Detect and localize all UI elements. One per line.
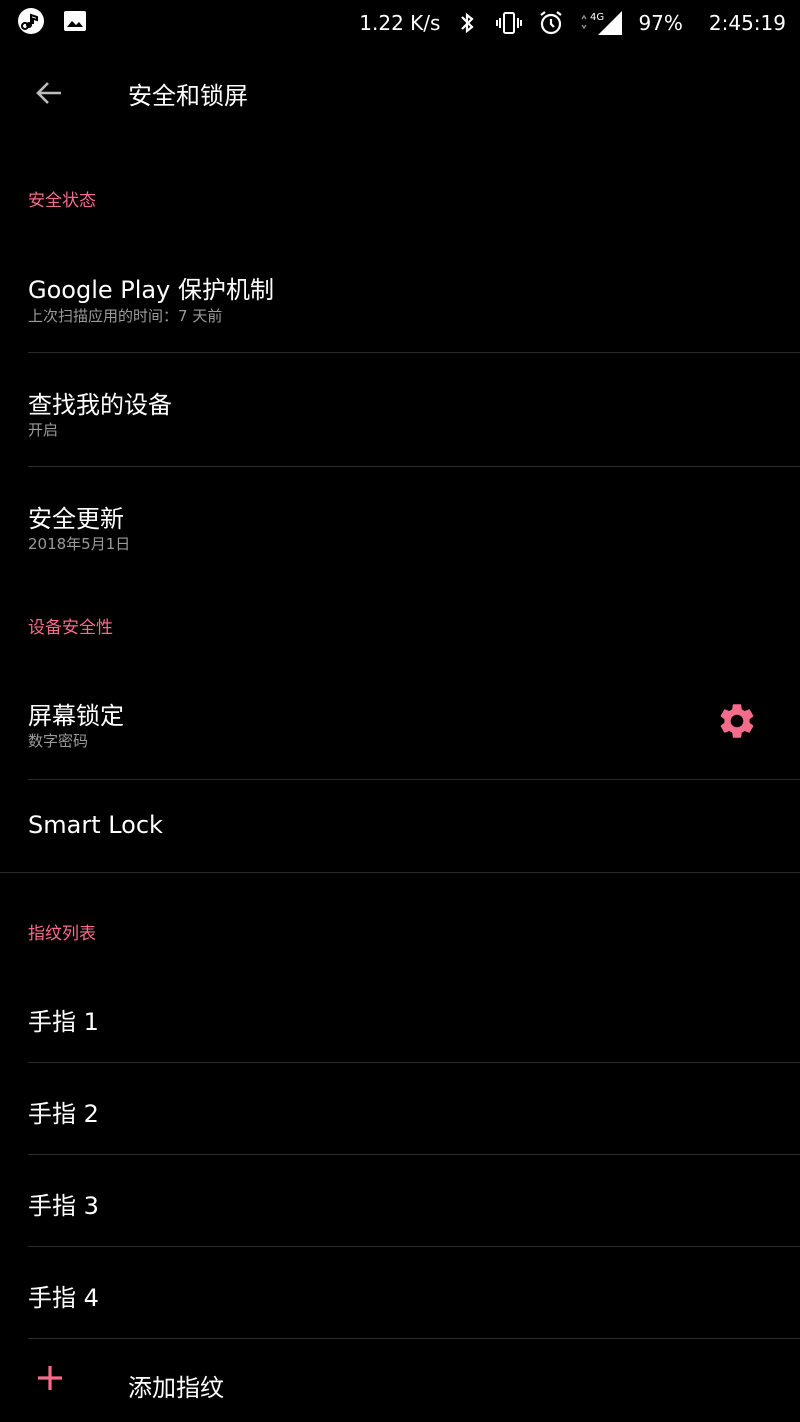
plus-icon xyxy=(38,1366,62,1390)
item-subtitle: 2018年5月1日 xyxy=(28,535,131,553)
find-my-device-item[interactable]: 查找我的设备 开启 xyxy=(0,353,800,466)
gear-icon xyxy=(720,704,754,738)
item-title: 查找我的设备 xyxy=(28,391,172,419)
divider xyxy=(28,1338,800,1339)
arrow-back-icon xyxy=(36,82,61,104)
security-update-item[interactable]: 安全更新 2018年5月1日 xyxy=(0,467,800,580)
section-header-fingerprints: 指纹列表 xyxy=(28,924,96,944)
item-title: Google Play 保护机制 xyxy=(28,276,274,304)
alarm-icon xyxy=(536,8,566,38)
item-subtitle: 开启 xyxy=(28,421,59,439)
net-speed: 1.22 K/s xyxy=(359,11,441,35)
fingerprint-item-3[interactable]: 手指 3 xyxy=(0,1155,800,1246)
bluetooth-icon xyxy=(452,8,482,38)
back-button[interactable] xyxy=(28,72,70,114)
item-title: 安全更新 xyxy=(28,505,124,533)
app-bar: 安全和锁屏 xyxy=(0,50,800,134)
page-title: 安全和锁屏 xyxy=(128,82,248,110)
add-fingerprint-label: 添加指纹 xyxy=(128,1374,224,1402)
item-title: 屏幕锁定 xyxy=(28,702,124,730)
screen-lock-item[interactable]: 屏幕锁定 数字密码 xyxy=(0,666,800,779)
status-bar: 1.22 K/s 4G 97% 2:45:19 xyxy=(0,0,800,44)
divider xyxy=(0,872,800,873)
section-header-security-status: 安全状态 xyxy=(28,191,96,211)
smart-lock-item[interactable]: Smart Lock xyxy=(0,780,800,872)
screen-lock-settings-button[interactable] xyxy=(716,700,758,742)
status-right: 1.22 K/s 4G 97% 2:45:19 xyxy=(359,8,786,38)
status-left-icons xyxy=(16,6,90,36)
item-title: 手指 3 xyxy=(28,1192,99,1220)
fingerprint-item-4[interactable]: 手指 4 xyxy=(0,1247,800,1338)
item-title: 手指 2 xyxy=(28,1100,99,1128)
vibrate-icon xyxy=(494,8,524,38)
fingerprint-item-2[interactable]: 手指 2 xyxy=(0,1063,800,1154)
signal-icon: 4G xyxy=(578,8,626,38)
google-play-protect-item[interactable]: Google Play 保护机制 上次扫描应用的时间：7 天前 xyxy=(0,238,800,352)
add-fingerprint-button[interactable]: 添加指纹 xyxy=(0,1340,800,1422)
item-subtitle: 上次扫描应用的时间：7 天前 xyxy=(28,307,223,325)
section-header-device-security: 设备安全性 xyxy=(28,618,113,638)
item-title: 手指 4 xyxy=(28,1284,99,1312)
item-subtitle: 数字密码 xyxy=(28,732,89,750)
item-title: 手指 1 xyxy=(28,1008,99,1036)
fingerprint-item-1[interactable]: 手指 1 xyxy=(0,972,800,1062)
clock: 2:45:19 xyxy=(708,11,786,35)
network-type: 4G xyxy=(590,12,604,23)
music-note-icon xyxy=(16,6,46,36)
image-icon xyxy=(60,6,90,36)
item-title: Smart Lock xyxy=(28,811,163,839)
battery-percent: 97% xyxy=(638,11,683,35)
